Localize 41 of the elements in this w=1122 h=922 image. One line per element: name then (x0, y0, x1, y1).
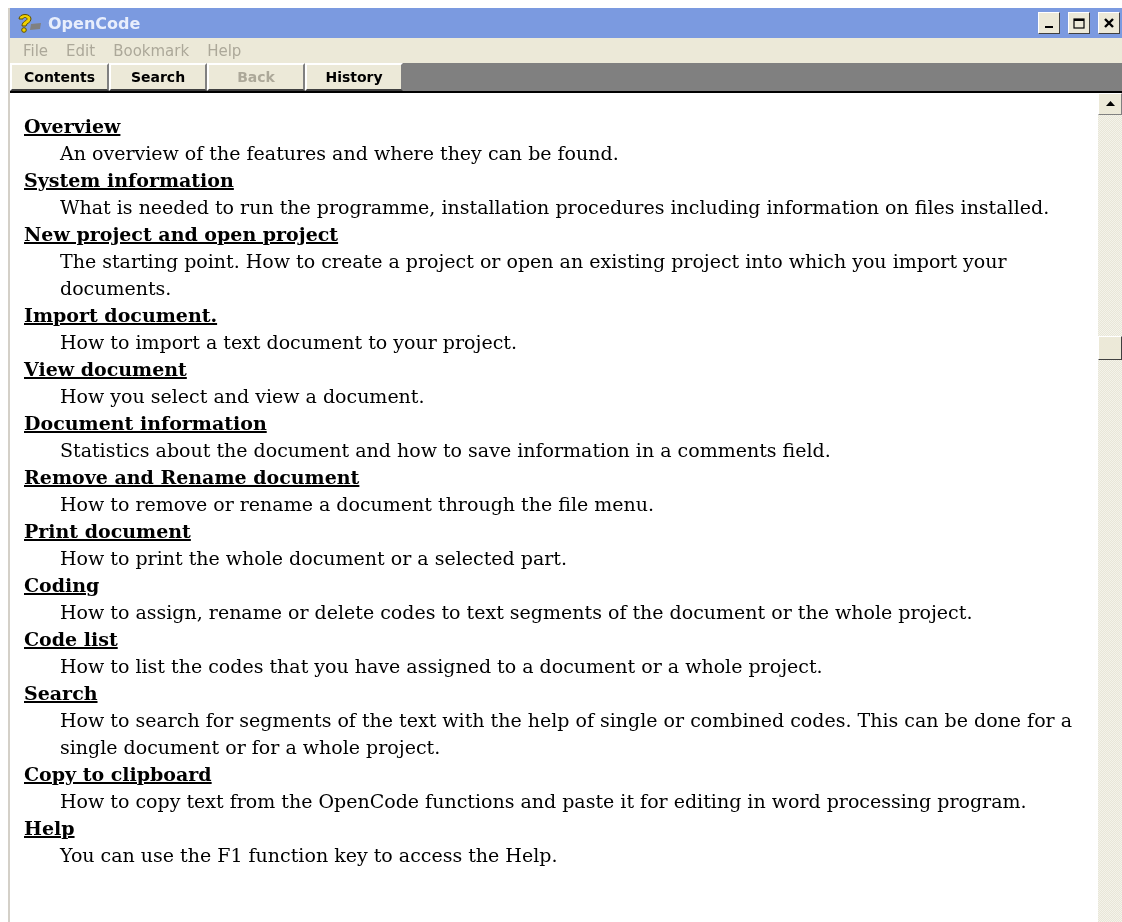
topic-link[interactable]: Document information (24, 410, 267, 437)
topic-link[interactable]: Remove and Rename document (24, 464, 360, 491)
topic-link[interactable]: Coding (24, 572, 100, 599)
topic-description: How to remove or rename a document through the file menu. (59, 492, 656, 517)
close-icon (1104, 18, 1114, 28)
tab-button[interactable]: History (305, 63, 404, 91)
topic-link[interactable]: System information (24, 167, 234, 194)
maximize-icon (1073, 17, 1085, 29)
topic-description: How to copy text from the OpenCode functions and paste it for editing in word processing program. (59, 789, 1028, 814)
topic-link[interactable]: View document (24, 356, 187, 383)
topic-link[interactable]: New project and open project (24, 221, 339, 248)
scroll-up-button[interactable] (1098, 93, 1122, 115)
topic-link[interactable]: Print document (24, 518, 191, 545)
scroll-thumb[interactable] (1098, 336, 1122, 360)
topic-description: How to search for segments of the text with the help of single or combined codes. This can be done for a single document or for a whole project. (59, 708, 1074, 760)
topic-description: How to assign, rename or delete codes to text segments of the document or the whole project. (59, 600, 974, 625)
topic-description: What is needed to run the programme, installation procedures including information on files installed. (59, 195, 1051, 220)
minimize-icon (1045, 26, 1053, 28)
close-button[interactable] (1098, 12, 1120, 34)
topic-description: How to import a text document to your project. (59, 330, 518, 355)
topic-link[interactable]: Overview (24, 113, 121, 140)
up-arrow-icon (1105, 101, 1115, 107)
topic-description: You can use the F1 function key to access the Help. (58, 843, 559, 868)
tab-button[interactable]: Search (109, 63, 208, 91)
maximize-button[interactable] (1068, 12, 1090, 34)
help-icon (16, 12, 42, 34)
topic-link[interactable]: Copy to clipboard (24, 761, 212, 788)
topic-link[interactable]: Help (24, 815, 75, 842)
minimize-button[interactable] (1038, 12, 1060, 34)
topic-description: The starting point. How to create a project or open an existing project into which you import your documents. (59, 249, 1008, 301)
topic-description: How you select and view a document. (59, 384, 426, 409)
topic-description: Statistics about the document and how to save information in a comments field. (59, 438, 832, 463)
window-title: OpenCode (48, 13, 142, 33)
topic-link[interactable]: Code list (24, 626, 118, 653)
topic-description: How to print the whole document or a selected part. (59, 546, 568, 571)
topic-link[interactable]: Import document. (24, 302, 218, 329)
topic-description: How to list the codes that you have assigned to a document or a whole project. (59, 654, 824, 679)
scroll-bar[interactable] (1098, 93, 1122, 922)
tab-button[interactable]: Contents (10, 63, 110, 91)
topic-link[interactable]: Search (24, 680, 98, 707)
topic-description: An overview of the features and where they can be found. (59, 141, 620, 166)
